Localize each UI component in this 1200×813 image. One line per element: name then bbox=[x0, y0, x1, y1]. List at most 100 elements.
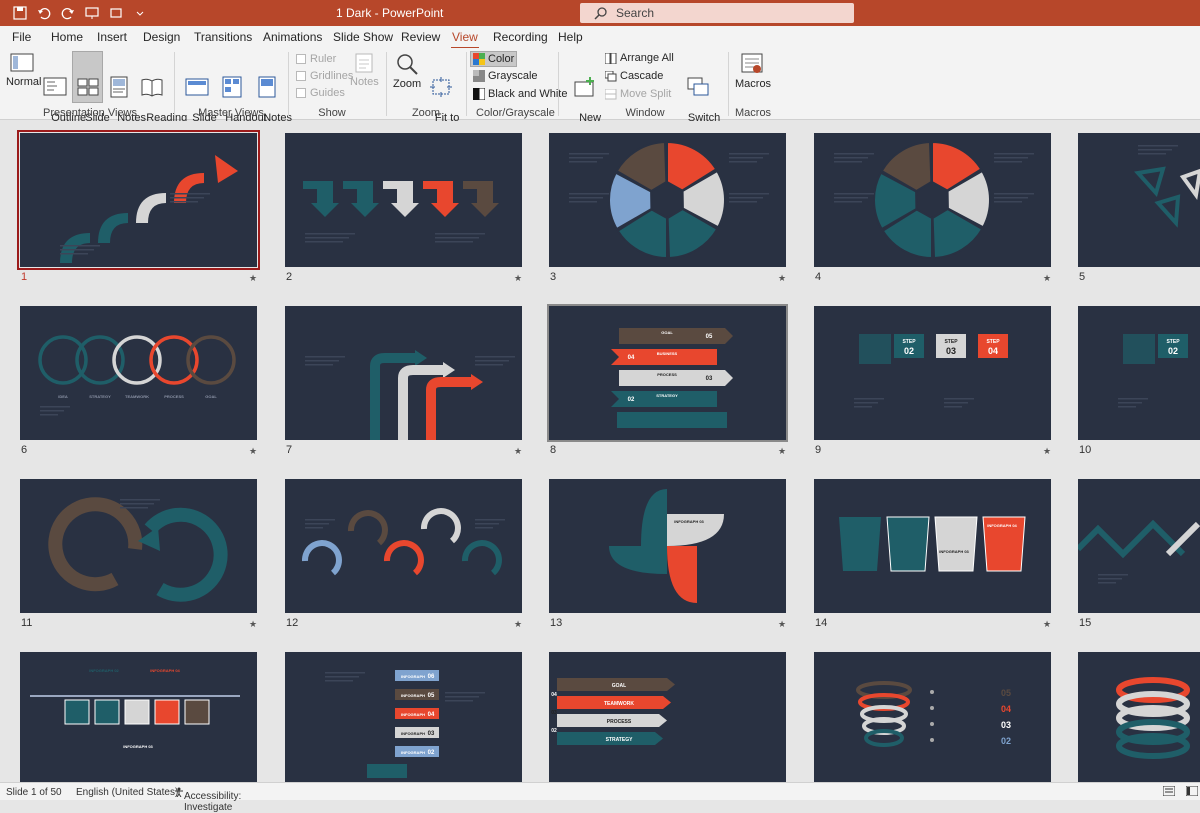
slide-thumbnail-11[interactable] bbox=[20, 479, 257, 613]
save-icon[interactable] bbox=[10, 4, 30, 22]
ring-marker bbox=[930, 738, 934, 742]
slide-art bbox=[569, 140, 769, 260]
transition-star-icon[interactable]: ★ bbox=[778, 619, 786, 630]
tab-animations[interactable]: Animations bbox=[263, 30, 322, 44]
normal-view-status-icon[interactable] bbox=[1185, 785, 1199, 799]
guides-checkbox[interactable]: Guides bbox=[296, 87, 345, 99]
box-shape bbox=[154, 699, 180, 725]
placeholder-text bbox=[834, 197, 868, 199]
slide-thumbnail-15[interactable] bbox=[1078, 479, 1200, 613]
placeholder-text bbox=[729, 201, 757, 203]
slide-thumbnail-20[interactable] bbox=[1078, 652, 1200, 782]
slide-art: 05 04 03 02 bbox=[856, 681, 1011, 747]
color-button[interactable]: Color bbox=[470, 51, 518, 67]
zoom-button[interactable]: Zoom bbox=[393, 52, 421, 90]
slide-thumbnail-13[interactable]: INFOGRAPH 03 bbox=[549, 479, 786, 613]
slide-thumbnail-7[interactable] bbox=[285, 306, 522, 440]
slide-art bbox=[1078, 519, 1200, 584]
ladder-number: 04 bbox=[428, 712, 435, 718]
transition-star-icon[interactable]: ★ bbox=[1043, 273, 1051, 284]
slide-thumbnail-2[interactable] bbox=[285, 133, 522, 267]
transition-star-icon[interactable]: ★ bbox=[249, 446, 257, 457]
slide-thumbnail-16[interactable]: INFOGRAPH 02 INFOGRAPH 04 INFOGRAPH 03 bbox=[20, 652, 257, 782]
placeholder-text bbox=[729, 161, 757, 163]
transition-star-icon[interactable]: ★ bbox=[1043, 619, 1051, 630]
present-icon[interactable] bbox=[82, 4, 102, 22]
transition-star-icon[interactable]: ★ bbox=[778, 273, 786, 284]
placeholder-text bbox=[994, 193, 1034, 195]
placeholder-text bbox=[40, 414, 58, 416]
transition-star-icon[interactable]: ★ bbox=[514, 273, 522, 284]
customize-qat-icon[interactable] bbox=[130, 4, 150, 22]
placeholder-text bbox=[435, 233, 485, 235]
transition-star-icon[interactable]: ★ bbox=[778, 446, 786, 457]
ruler-checkbox[interactable]: Ruler bbox=[296, 53, 336, 65]
shape-icon[interactable] bbox=[106, 4, 126, 22]
tab-home[interactable]: Home bbox=[51, 30, 83, 44]
transition-star-icon[interactable]: ★ bbox=[514, 619, 522, 630]
arrow-shape bbox=[423, 181, 459, 217]
transition-star-icon[interactable]: ★ bbox=[249, 619, 257, 630]
notes-button[interactable]: Notes bbox=[350, 52, 379, 88]
card-shape bbox=[934, 516, 978, 572]
placeholder-text bbox=[305, 241, 343, 243]
transition-star-icon[interactable]: ★ bbox=[249, 273, 257, 284]
cascade-button[interactable]: Cascade bbox=[605, 70, 663, 82]
tab-help[interactable]: Help bbox=[558, 30, 583, 44]
tab-view[interactable]: View bbox=[451, 30, 479, 49]
gridlines-checkbox[interactable]: Gridlines bbox=[296, 70, 353, 82]
slide-thumbnail-14[interactable]: INFOGRAPH 03 INFOGRAPH 04 bbox=[814, 479, 1051, 613]
notes-toggle-icon[interactable] bbox=[1162, 785, 1176, 799]
placeholder-text bbox=[475, 356, 515, 358]
normal-view-button[interactable]: Normal bbox=[6, 52, 41, 88]
slide-thumbnail-9[interactable]: STEP 02 STEP 03 STEP 04 bbox=[814, 306, 1051, 440]
transition-star-icon[interactable]: ★ bbox=[1043, 446, 1051, 457]
undo-icon[interactable] bbox=[34, 4, 54, 22]
placeholder-text bbox=[435, 237, 479, 239]
tab-design[interactable]: Design bbox=[143, 30, 180, 44]
ribbon-tabs: File Home Insert Design Transitions Anim… bbox=[0, 26, 1200, 49]
funnel-label: TEAMWORK bbox=[604, 701, 634, 707]
accessibility-status[interactable]: Accessibility: Investigate bbox=[174, 787, 241, 813]
tab-file[interactable]: File bbox=[12, 30, 31, 44]
transition-star-icon[interactable]: ★ bbox=[514, 446, 522, 457]
tab-transitions[interactable]: Transitions bbox=[194, 30, 252, 44]
placeholder-text bbox=[475, 523, 499, 525]
arrange-all-icon bbox=[605, 52, 617, 64]
tab-recording[interactable]: Recording bbox=[493, 30, 548, 44]
slide-master-icon bbox=[185, 78, 209, 96]
box-label: INFOGRAPH 04 bbox=[150, 668, 180, 673]
tab-slide-show[interactable]: Slide Show bbox=[333, 30, 393, 44]
ladder-label: INFOGRAPH bbox=[401, 674, 425, 679]
black-and-white-button[interactable]: Black and White bbox=[473, 88, 567, 100]
slide-thumbnail-18[interactable]: GOAL TEAMWORK PROCESS STRATEGY 04 03 02 bbox=[549, 652, 786, 782]
slide-thumbnail-10[interactable]: STEP02STE03 bbox=[1078, 306, 1200, 440]
redo-icon[interactable] bbox=[58, 4, 78, 22]
tab-review[interactable]: Review bbox=[401, 30, 440, 44]
placeholder-text bbox=[994, 153, 1034, 155]
placeholder-text bbox=[120, 499, 160, 501]
placeholder-text bbox=[305, 519, 335, 521]
move-split-button[interactable]: Move Split bbox=[605, 88, 671, 100]
slide-thumbnail-3[interactable] bbox=[549, 133, 786, 267]
grayscale-button[interactable]: Grayscale bbox=[473, 70, 538, 82]
slide-thumbnail-8[interactable]: GOAL 05 BUSINESS 04 PROCESS 03 STRATEGY 02 bbox=[547, 304, 788, 442]
slide-sorter-button[interactable]: Slide Sorter bbox=[72, 51, 110, 136]
slide-thumbnail-5[interactable] bbox=[1078, 133, 1200, 267]
arrow-head bbox=[667, 678, 675, 691]
slide-thumbnail-6[interactable]: IDEA STRATEGY TEAMWORK PROCESS GOAL bbox=[20, 306, 257, 440]
macros-button[interactable]: Macros bbox=[735, 52, 771, 90]
slide-thumbnail-1[interactable] bbox=[17, 130, 260, 270]
slide-thumbnail-12[interactable] bbox=[285, 479, 522, 613]
color-grayscale-label: Color/Grayscale bbox=[476, 107, 555, 119]
slide-thumbnail-4[interactable] bbox=[814, 133, 1051, 267]
slide-thumbnail-19[interactable]: 05 04 03 02 bbox=[814, 652, 1051, 782]
ladder-label: INFOGRAPH bbox=[401, 750, 425, 755]
language-indicator[interactable]: English (United States) bbox=[76, 787, 178, 798]
tab-insert[interactable]: Insert bbox=[97, 30, 127, 44]
presentation-views-label: Presentation Views bbox=[43, 107, 137, 119]
arrange-all-button[interactable]: Arrange All bbox=[605, 52, 674, 64]
slide-thumbnail-17[interactable]: INFOGRAPH 06 INFOGRAPH 05 INFOGRAPH 04 INFOGRA… bbox=[285, 652, 522, 782]
search-box[interactable]: Search bbox=[580, 3, 854, 23]
macros-label: Macros bbox=[735, 107, 772, 119]
